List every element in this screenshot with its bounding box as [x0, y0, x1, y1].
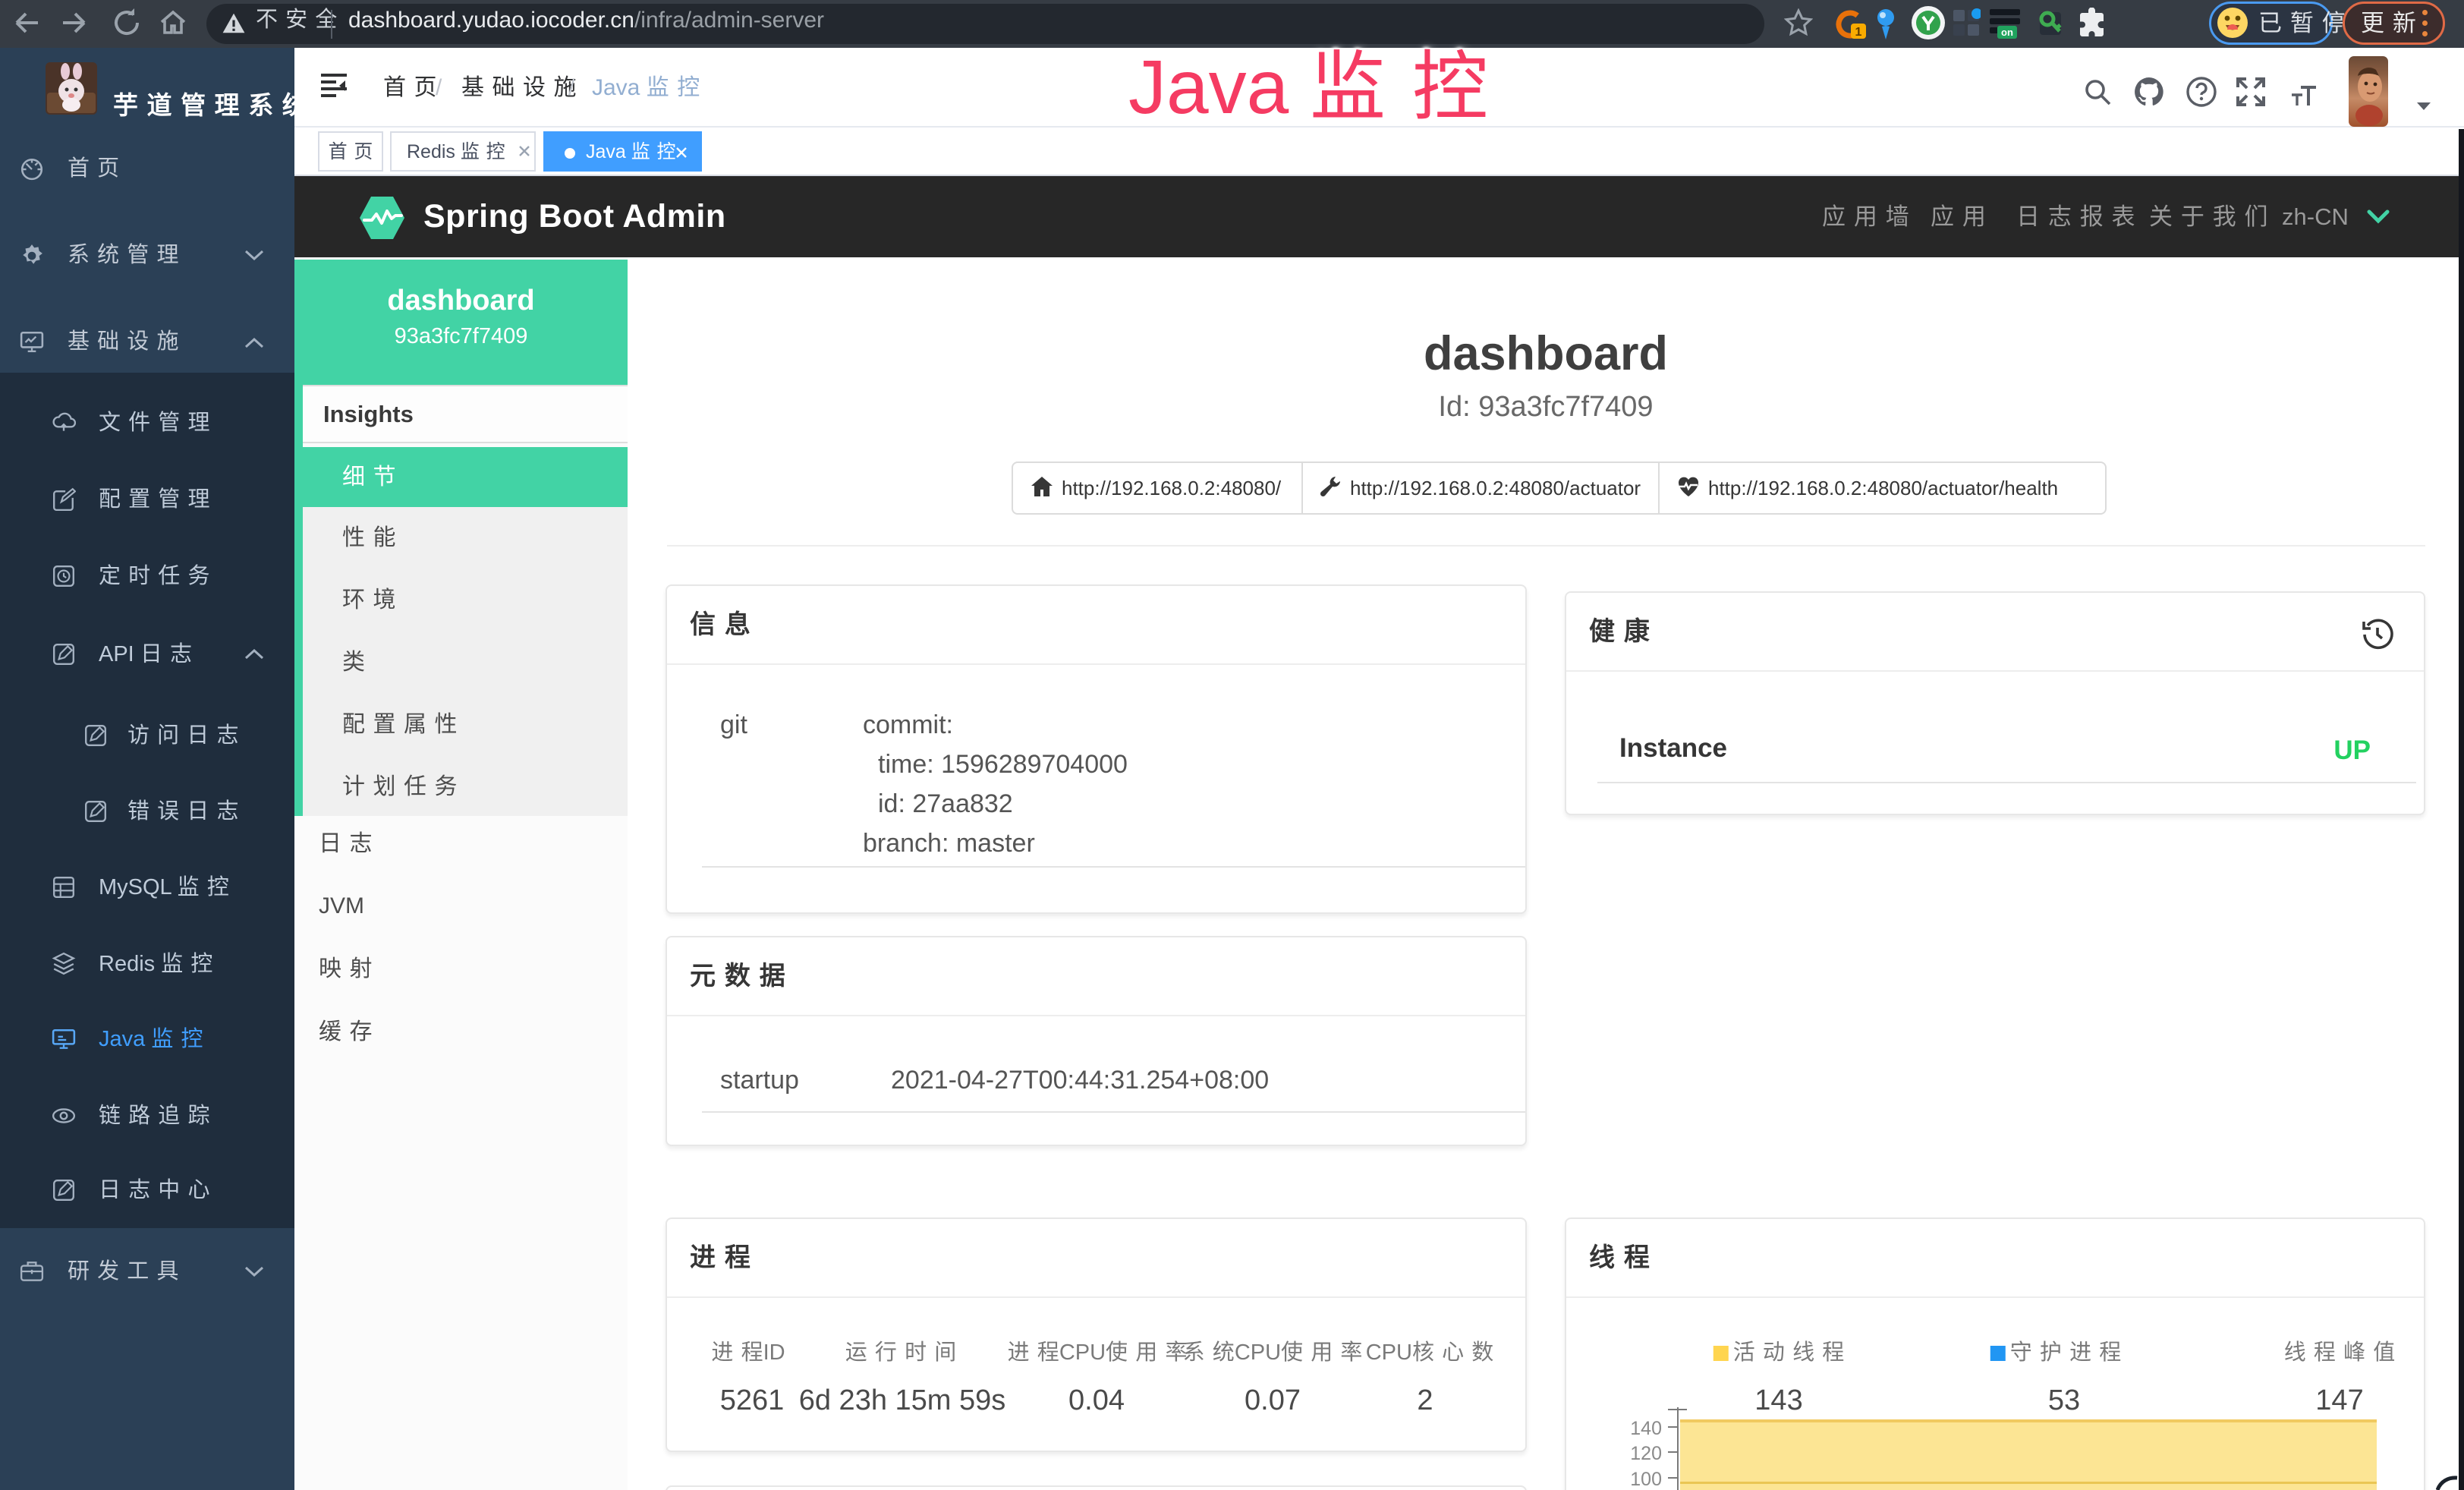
svg-text:on: on	[2001, 27, 2013, 38]
svg-text:1: 1	[1855, 26, 1862, 39]
